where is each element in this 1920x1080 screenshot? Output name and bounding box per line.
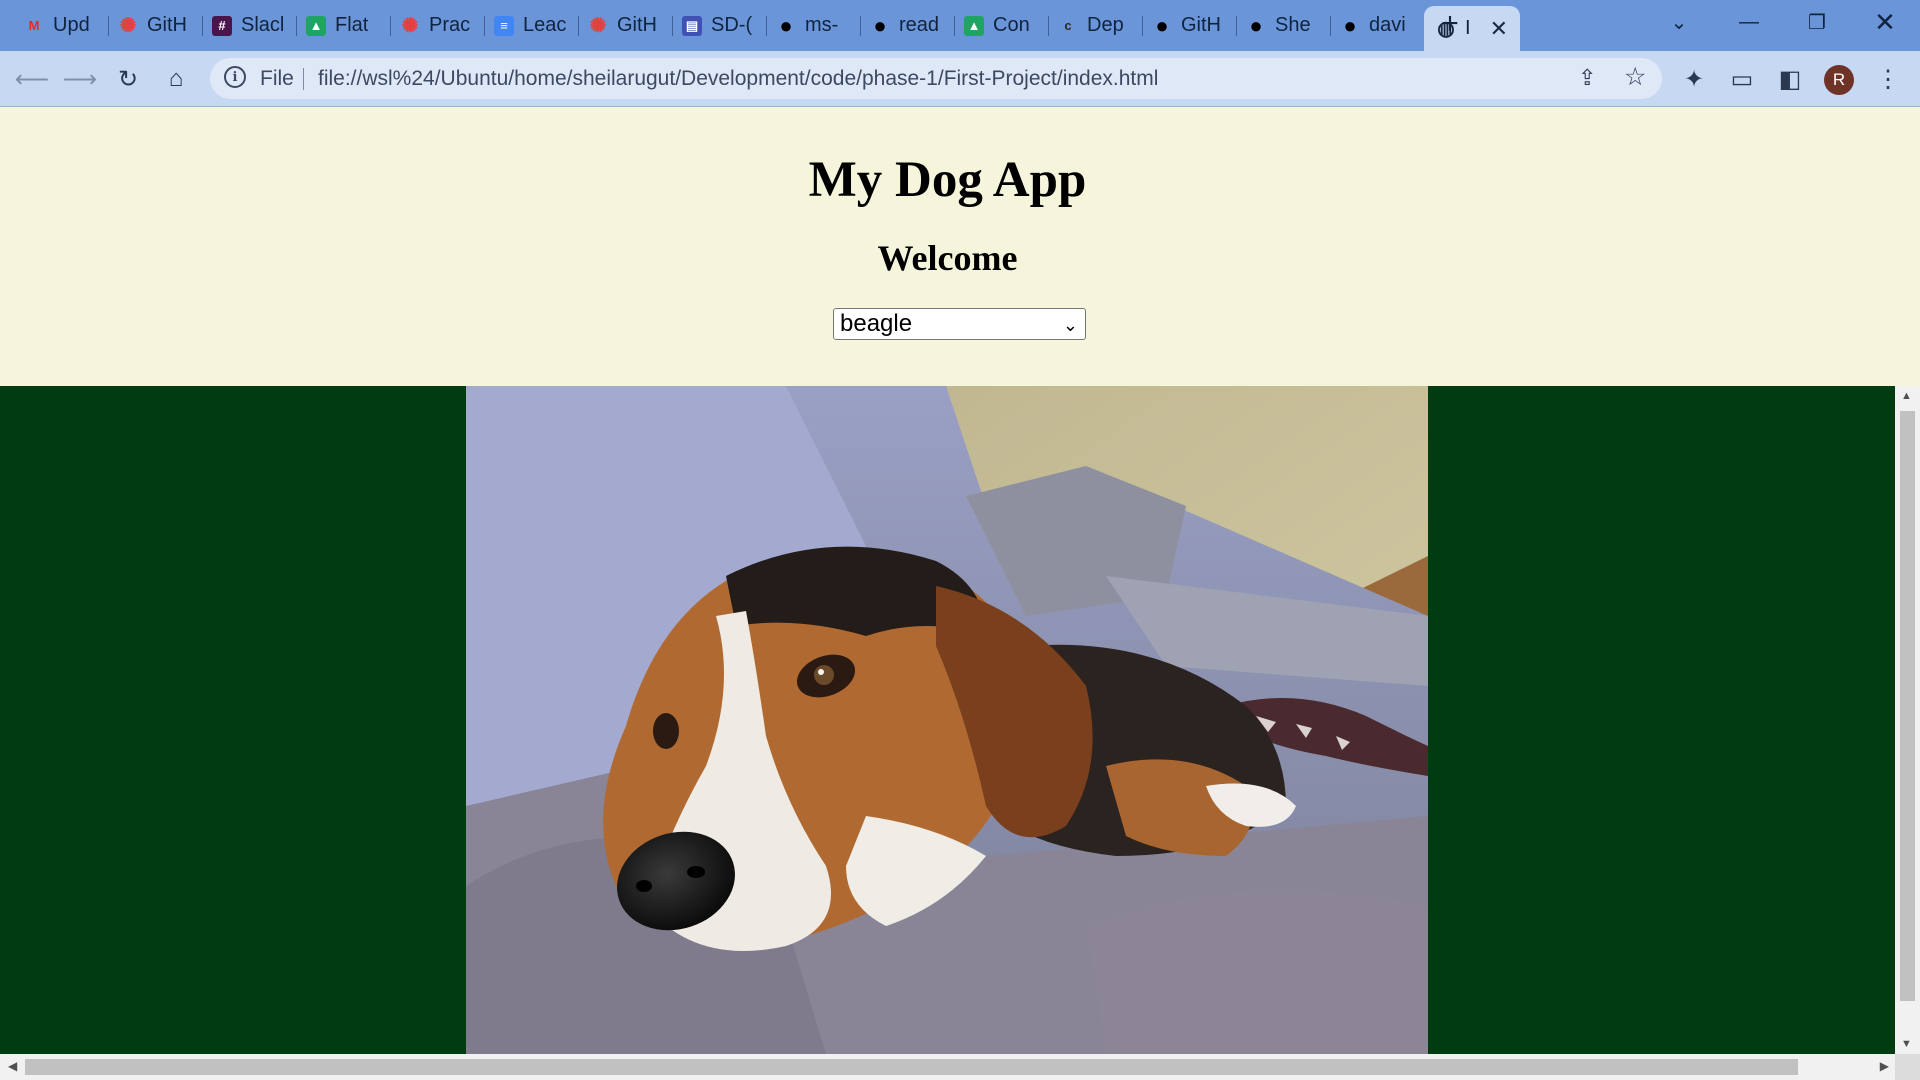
browser-tab[interactable]: ▲ Flat	[296, 6, 390, 45]
github-icon: ●	[1343, 12, 1357, 38]
back-button[interactable]: ⟵	[14, 61, 50, 97]
browser-tab[interactable]: ● read	[860, 6, 954, 45]
tab-list: M Upd ✺ GitH # Slacl ▲ Flat ✺ Prac ≡ Leac ✺ GitH ▤ SD-(…	[14, 6, 1520, 51]
restore-button[interactable]: ❐	[1782, 0, 1852, 44]
beagle-photo-illustration	[466, 386, 1428, 1054]
browser-toolbar: ⟵ ⟶ ↻ ⌂ i File file://wsl%24/Ubuntu/home…	[0, 51, 1920, 107]
cast-icon[interactable]: ▭	[1724, 61, 1760, 97]
extensions-icon[interactable]: ✦	[1676, 61, 1712, 97]
url-text[interactable]: file://wsl%24/Ubuntu/home/sheilarugut/De…	[318, 67, 1158, 91]
tab-title: GitH	[617, 14, 657, 36]
scroll-down-arrow-icon[interactable]: ▼	[1901, 1038, 1912, 1050]
site-info-icon[interactable]: i	[224, 66, 246, 88]
dog-photo	[466, 386, 1428, 1054]
reload-button[interactable]: ↻	[110, 61, 146, 97]
tab-title: Prac	[429, 14, 471, 36]
welcome-heading: Welcome	[877, 238, 1018, 278]
vertical-scroll-thumb[interactable]	[1900, 411, 1915, 1001]
browser-tab[interactable]: ● GitH	[1142, 6, 1236, 45]
canvas-icon: c	[1064, 18, 1072, 33]
browser-tab[interactable]: ● davi	[1330, 6, 1424, 45]
scroll-left-arrow-icon[interactable]: ◀	[8, 1059, 17, 1073]
github-icon: ●	[1249, 12, 1263, 38]
breed-select[interactable]: beagle ⌄	[833, 308, 1086, 340]
home-button[interactable]: ⌂	[158, 61, 194, 97]
address-divider	[303, 68, 304, 90]
gmail-icon: M	[28, 18, 40, 33]
browser-tab[interactable]: ≡ Leac	[484, 6, 578, 45]
bookmark-star-icon[interactable]: ☆	[1624, 62, 1646, 92]
tab-title: Flat	[335, 14, 369, 36]
learn-co-icon: ✺	[589, 15, 607, 37]
learn-co-icon: ✺	[401, 15, 419, 37]
share-icon[interactable]: ⇪	[1578, 65, 1596, 91]
tab-title: She	[1275, 14, 1311, 36]
browser-tab[interactable]: ● ms-	[766, 6, 860, 45]
tab-title: SD-(	[711, 14, 753, 36]
github-icon: ●	[873, 12, 887, 38]
browser-tab[interactable]: ✺ Prac	[390, 6, 484, 45]
scrollbar-corner	[1895, 1054, 1920, 1080]
tab-strip: M Upd ✺ GitH # Slacl ▲ Flat ✺ Prac ≡ Leac ✺ GitH ▤ SD-(…	[0, 0, 1920, 51]
page-title: My Dog App	[808, 152, 1087, 208]
close-tab-icon[interactable]: ✕	[1490, 16, 1508, 42]
profile-avatar[interactable]: R	[1824, 65, 1854, 95]
github-icon: ●	[779, 12, 793, 38]
tab-title: davi	[1369, 14, 1406, 36]
horizontal-scrollbar[interactable]: ◀ ▶	[0, 1054, 1895, 1080]
tab-title: Con	[993, 14, 1030, 36]
vertical-scrollbar[interactable]: ▲ ▼	[1895, 386, 1920, 1054]
menu-kebab-icon[interactable]: ⋮	[1870, 61, 1906, 97]
browser-tab[interactable]: ▤ SD-(	[672, 6, 766, 45]
browser-tab[interactable]: ✺ GitH	[108, 6, 202, 45]
new-tab-button[interactable]: +	[1434, 7, 1466, 40]
google-docs-icon: ≡	[494, 15, 514, 36]
horizontal-scroll-thumb[interactable]	[25, 1059, 1798, 1075]
tab-title: Dep	[1087, 14, 1124, 36]
page-header: My Dog App Welcome beagle ⌄	[0, 107, 1895, 386]
tab-title: read	[899, 14, 940, 36]
learn-co-icon: ✺	[119, 15, 137, 37]
forward-button[interactable]: ⟶	[62, 61, 98, 97]
browser-tab[interactable]: c Dep	[1048, 6, 1142, 45]
browser-tab[interactable]: M Upd	[14, 6, 108, 45]
tab-title: Leac	[523, 14, 567, 36]
github-icon: ●	[1155, 12, 1169, 38]
google-drive-icon: ▲	[964, 15, 984, 36]
forms-icon: ▤	[682, 15, 702, 36]
google-drive-icon: ▲	[306, 15, 326, 36]
chevron-down-icon: ⌄	[1062, 315, 1078, 335]
minimize-button[interactable]: —	[1714, 0, 1784, 44]
scroll-up-arrow-icon[interactable]: ▲	[1901, 390, 1912, 402]
dog-image-section	[0, 386, 1895, 1054]
slack-icon: #	[212, 15, 232, 36]
tab-title: GitH	[1181, 14, 1221, 36]
tab-title: GitH	[147, 14, 187, 36]
side-panel-icon[interactable]: ◧	[1772, 61, 1808, 97]
browser-tab[interactable]: ▲ Con	[954, 6, 1048, 45]
tab-title: ms-	[805, 14, 839, 36]
breed-select-value: beagle	[840, 310, 913, 337]
browser-tab[interactable]: # Slacl	[202, 6, 296, 45]
tab-search-chevron-icon[interactable]: ⌄	[1644, 0, 1714, 44]
tab-title: Slacl	[241, 14, 285, 36]
address-bar[interactable]: i File file://wsl%24/Ubuntu/home/sheilar…	[210, 58, 1662, 99]
tab-title: Upd	[53, 14, 90, 36]
browser-tab[interactable]: ● She	[1236, 6, 1330, 45]
url-scheme-label: File	[260, 67, 294, 90]
close-window-button[interactable]: ✕	[1850, 0, 1920, 44]
page-viewport: My Dog App Welcome beagle ⌄	[0, 107, 1895, 1054]
scroll-right-arrow-icon[interactable]: ▶	[1880, 1059, 1889, 1073]
browser-tab[interactable]: ✺ GitH	[578, 6, 672, 45]
